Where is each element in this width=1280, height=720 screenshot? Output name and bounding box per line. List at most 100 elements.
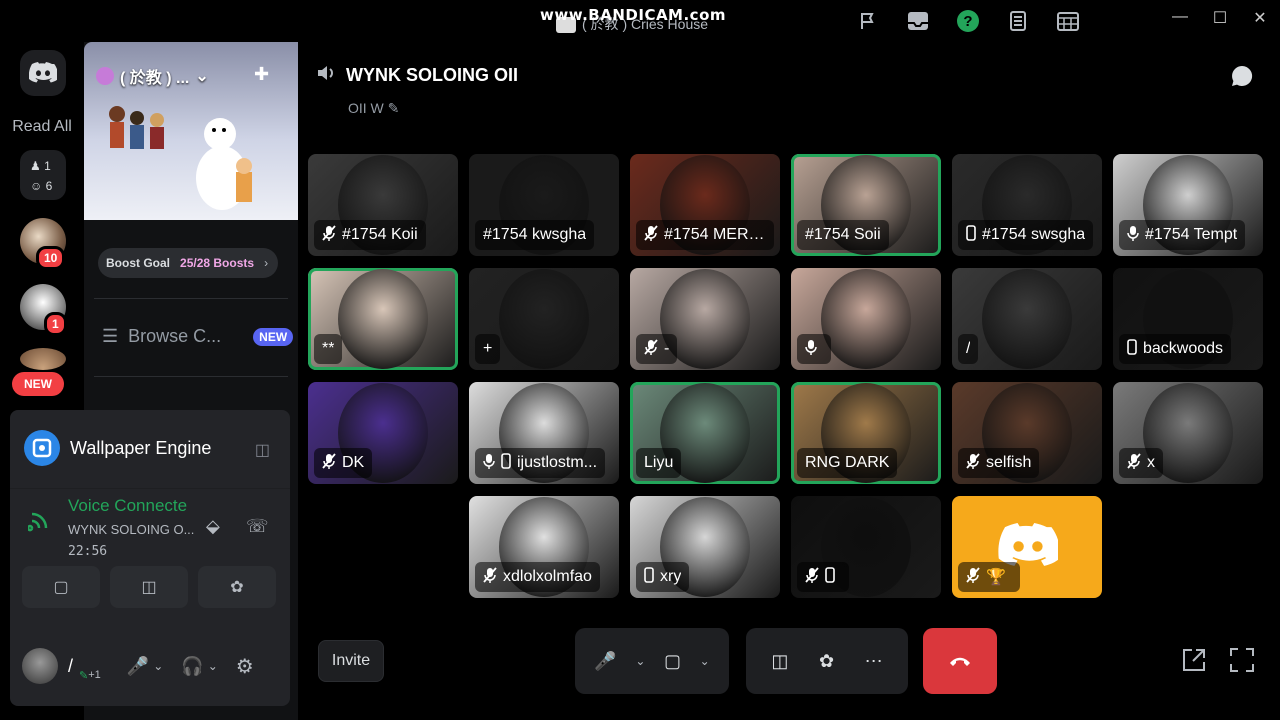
participant-tile[interactable]: #1754 kwsgha bbox=[469, 154, 619, 256]
participant-tile[interactable]: + bbox=[469, 268, 619, 370]
participant-tile[interactable]: #1754 swsgha bbox=[952, 154, 1102, 256]
speaker-icon bbox=[316, 64, 336, 87]
disconnect-icon[interactable]: ☏ bbox=[246, 516, 269, 537]
camera-toggle-button[interactable]: ▢ bbox=[664, 651, 681, 672]
participant-tile[interactable]: backwoods bbox=[1113, 268, 1263, 370]
voice-connected-status[interactable]: Voice Connecte bbox=[68, 496, 187, 516]
participant-name: #1754 Soii bbox=[805, 226, 881, 243]
bandicam-watermark: www.BANDICAM.com bbox=[540, 6, 727, 24]
user-panel: Wallpaper Engine ◫ Voice Connecte WYNK S… bbox=[10, 410, 290, 706]
flag-icon[interactable] bbox=[856, 9, 880, 33]
camera-options-chevron-icon[interactable]: ⌄ bbox=[700, 654, 710, 668]
server-icon-3[interactable] bbox=[20, 348, 66, 370]
notes-icon[interactable] bbox=[1006, 9, 1030, 33]
divider bbox=[10, 488, 290, 489]
camera-off-icon: ▢ bbox=[53, 579, 69, 596]
end-call-button[interactable] bbox=[923, 628, 997, 694]
server-name-header[interactable]: ( 於教 ) ... ⌄ bbox=[96, 64, 209, 88]
channel-status[interactable]: OII W ✎ bbox=[348, 100, 399, 117]
participant-label: RNG DARK bbox=[797, 448, 898, 478]
invite-button[interactable]: Invite bbox=[318, 640, 384, 682]
new-servers-pill[interactable]: NEW bbox=[12, 372, 64, 396]
discord-dm-icon: ☺ bbox=[30, 179, 43, 193]
avatar[interactable] bbox=[22, 648, 58, 684]
help-icon[interactable]: ? bbox=[956, 9, 980, 33]
inbox-icon[interactable] bbox=[906, 9, 930, 33]
chevron-down-icon[interactable]: ⌄ bbox=[208, 659, 218, 673]
more-options-button[interactable]: ⋯ bbox=[865, 651, 883, 672]
wallpaper-engine-icon bbox=[24, 430, 60, 466]
participant-tile[interactable]: RNG DARK bbox=[791, 382, 941, 484]
participant-tile[interactable]: 🏆 bbox=[952, 496, 1102, 598]
maximize-button[interactable]: ☐ bbox=[1210, 8, 1230, 28]
share-screen-button[interactable]: ◫ bbox=[771, 651, 788, 672]
voice-action-buttons: ▢ ◫ ✿ bbox=[22, 566, 276, 608]
participant-label: + bbox=[475, 334, 501, 364]
mobile-phone-icon bbox=[644, 566, 654, 588]
mic-options-chevron-icon[interactable]: ⌄ bbox=[635, 654, 645, 668]
participant-name: #1754 Tempt bbox=[1145, 226, 1238, 243]
user-extra-count: +1 bbox=[88, 669, 101, 681]
mic-muted-icon bbox=[644, 338, 658, 360]
participant-tile[interactable]: x bbox=[1113, 382, 1263, 484]
close-button[interactable]: ✕ bbox=[1250, 8, 1270, 28]
participant-tile[interactable]: #1754 Koii bbox=[308, 154, 458, 256]
participant-label: x bbox=[1119, 448, 1163, 478]
boost-goal-label: Boost Goal bbox=[106, 256, 171, 270]
participant-tile[interactable]: ijustlostm... bbox=[469, 382, 619, 484]
voice-channel-name[interactable]: WYNK SOLOING O... bbox=[68, 522, 194, 537]
boost-goal-bar[interactable]: Boost Goal 25/28 Boosts › bbox=[98, 248, 278, 278]
mic-muted-icon bbox=[1127, 452, 1141, 474]
unread-counts-folder[interactable]: ♟ 1 ☺ 6 bbox=[20, 150, 66, 200]
fullscreen-icon[interactable] bbox=[1228, 646, 1256, 674]
participant-name: selfish bbox=[986, 454, 1032, 471]
stream-game-icon[interactable]: ◫ bbox=[255, 440, 270, 460]
banner-figures-image bbox=[109, 106, 164, 149]
participant-tile[interactable]: xry bbox=[630, 496, 780, 598]
participant-label: Liyu bbox=[636, 448, 682, 478]
participant-label: DK bbox=[314, 448, 373, 478]
participant-name: #1754 MERR... bbox=[664, 226, 766, 243]
headphones-icon[interactable]: 🎧 bbox=[181, 656, 203, 677]
username[interactable]: / bbox=[68, 656, 73, 677]
participant-tile[interactable]: - bbox=[630, 268, 780, 370]
participant-tile[interactable]: Liyu bbox=[630, 382, 780, 484]
participant-tile[interactable]: #1754 Tempt bbox=[1113, 154, 1263, 256]
mic-icon[interactable]: 🎤 bbox=[127, 656, 149, 677]
participant-tile[interactable]: DK bbox=[308, 382, 458, 484]
participant-tile[interactable]: / bbox=[952, 268, 1102, 370]
add-member-icon[interactable]: ✚ bbox=[254, 64, 269, 85]
chat-icon[interactable] bbox=[1230, 64, 1254, 88]
participant-tile[interactable]: ** bbox=[308, 268, 458, 370]
participant-tile[interactable] bbox=[791, 268, 941, 370]
chevron-down-icon[interactable]: ⌄ bbox=[153, 659, 163, 673]
participant-tile[interactable]: #1754 MERR... bbox=[630, 154, 780, 256]
camera-off-button[interactable]: ▢ bbox=[22, 566, 100, 608]
minimize-button[interactable]: — bbox=[1170, 8, 1190, 28]
browse-channels-item[interactable]: ☰ Browse C... NEW bbox=[102, 326, 294, 347]
participant-tile[interactable]: selfish bbox=[952, 382, 1102, 484]
title-bar-icons: ? bbox=[856, 9, 1080, 33]
share-screen-button[interactable]: ◫ bbox=[110, 566, 188, 608]
hang-up-icon bbox=[950, 657, 970, 666]
calendar-icon[interactable] bbox=[1056, 9, 1080, 33]
participant-label: selfish bbox=[958, 448, 1040, 478]
mic-icon bbox=[1127, 225, 1139, 246]
pop-out-icon[interactable] bbox=[1180, 646, 1208, 674]
participant-tile[interactable]: #1754 Soii bbox=[791, 154, 941, 256]
noise-suppression-icon[interactable]: ⬙ bbox=[206, 516, 220, 537]
read-all-button[interactable]: Read All bbox=[0, 118, 84, 136]
new-tag: NEW bbox=[253, 327, 294, 346]
title-bar: ( 於教 ) Cries House www.BANDICAM.com ? — … bbox=[0, 0, 1280, 42]
participant-tile[interactable]: xdlolxolmfao bbox=[469, 496, 619, 598]
dm-count: 6 bbox=[45, 179, 53, 193]
activities-button[interactable]: ✿ bbox=[819, 651, 834, 672]
mic-toggle-button[interactable]: 🎤 bbox=[594, 651, 616, 672]
participant-label: - bbox=[636, 334, 678, 364]
participant-avatar bbox=[499, 269, 589, 369]
settings-gear-icon[interactable]: ⚙ bbox=[236, 654, 254, 679]
activities-button[interactable]: ✿ bbox=[198, 566, 276, 608]
participant-tile[interactable] bbox=[791, 496, 941, 598]
discord-home-button[interactable] bbox=[20, 50, 66, 96]
participant-name: xdlolxolmfao bbox=[503, 568, 592, 585]
